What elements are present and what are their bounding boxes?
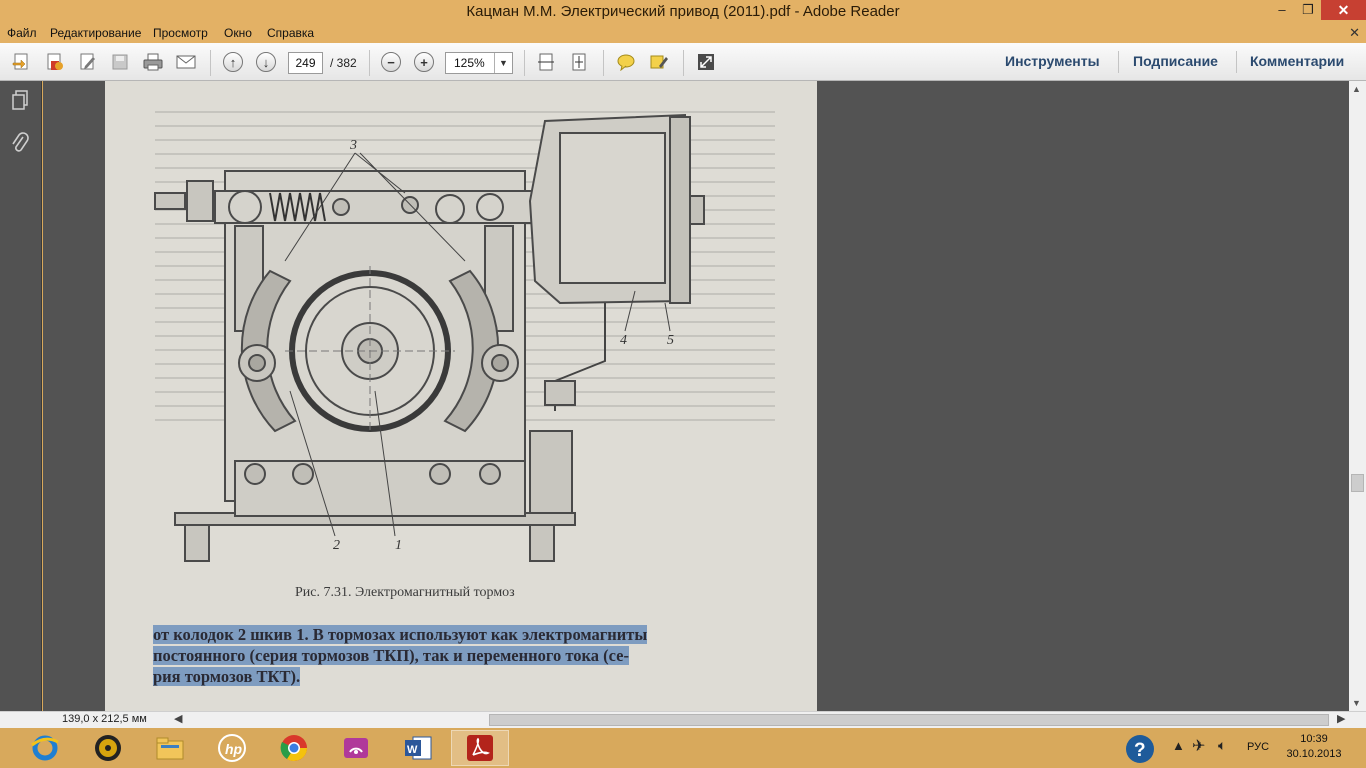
edit-pdf-icon[interactable] — [76, 51, 100, 73]
toolbar-separator — [683, 50, 684, 76]
figure-label-3: 3 — [349, 138, 357, 153]
tab-separator — [1236, 51, 1237, 73]
page-total: / 382 — [330, 56, 357, 70]
scroll-right-icon[interactable]: ▶ — [1337, 712, 1345, 725]
status-bar: 139,0 x 212,5 мм ◀ ▶ — [0, 711, 1366, 728]
toolbar-separator — [210, 50, 211, 76]
page-number-input[interactable]: 249 — [288, 52, 323, 74]
text-line: рия тормозов ТКТ). — [153, 667, 301, 686]
figure-caption: Рис. 7.31. Электромагнитный тормоз — [295, 585, 515, 600]
figure-label-1: 1 — [395, 538, 402, 553]
menu-file[interactable]: Файл — [7, 26, 37, 40]
minimize-button[interactable]: – — [1269, 0, 1295, 20]
close-document-icon[interactable]: ✕ — [1349, 25, 1360, 41]
close-button[interactable]: ✕ — [1321, 0, 1366, 20]
connect-icon[interactable] — [327, 730, 385, 766]
menu-edit[interactable]: Редактирование — [50, 26, 141, 40]
svg-text:hp: hp — [225, 741, 243, 757]
tab-comments[interactable]: Комментарии — [1250, 53, 1344, 69]
vertical-scrollbar[interactable]: ▲ ▼ — [1349, 81, 1366, 711]
media-player-icon[interactable] — [79, 730, 137, 766]
scroll-up-icon[interactable]: ▲ — [1352, 84, 1361, 94]
menu-window[interactable]: Окно — [224, 26, 252, 40]
taskbar: hp W ? ▲ ✈ 🔈︎ РУС 10:39 30.10.2013 — [0, 728, 1366, 768]
clock[interactable]: 10:39 30.10.2013 — [1286, 732, 1342, 762]
attachments-icon[interactable] — [8, 131, 32, 155]
previous-page-icon[interactable]: ↑ — [221, 51, 245, 73]
word-icon[interactable]: W — [389, 730, 447, 766]
adobe-reader-icon[interactable] — [451, 730, 509, 766]
menu-bar: Файл Редактирование Просмотр Окно Справк… — [0, 24, 1366, 43]
internet-explorer-icon[interactable] — [16, 730, 74, 766]
scroll-down-icon[interactable]: ▼ — [1352, 698, 1361, 708]
figure-label-4: 4 — [620, 333, 627, 348]
chrome-icon[interactable] — [265, 730, 323, 766]
figure-label-5: 5 — [667, 333, 674, 348]
input-language[interactable]: РУС — [1247, 741, 1269, 753]
zoom-value: 125% — [454, 56, 485, 70]
open-file-icon[interactable] — [43, 51, 67, 73]
create-pdf-icon[interactable] — [10, 51, 34, 73]
file-explorer-icon[interactable] — [141, 730, 199, 766]
fit-width-icon[interactable] — [534, 51, 558, 73]
selected-text[interactable]: от колодок 2 шкив 1. В тормозах использу… — [153, 624, 713, 687]
chevron-down-icon[interactable]: ▼ — [494, 53, 512, 73]
navigation-panel — [0, 81, 42, 711]
save-icon[interactable] — [108, 51, 132, 73]
window-title: Кацман М.М. Электрический привод (2011).… — [466, 3, 900, 20]
text-line: от колодок 2 шкив 1. В тормозах использу… — [153, 625, 648, 644]
email-icon[interactable] — [174, 51, 198, 73]
print-icon[interactable] — [141, 51, 165, 73]
toolbar: ↑ ↓ 249 / 382 − + 125% ▼ Инструменты Под… — [0, 43, 1366, 81]
next-page-icon[interactable]: ↓ — [254, 51, 278, 73]
page-thumbnails-icon[interactable] — [8, 89, 32, 113]
zoom-out-icon[interactable]: − — [379, 51, 403, 73]
tab-separator — [1118, 51, 1119, 73]
highlight-icon[interactable] — [647, 51, 671, 73]
toolbar-separator — [369, 50, 370, 76]
menu-view[interactable]: Просмотр — [153, 26, 208, 40]
toolbar-separator — [524, 50, 525, 76]
help-icon[interactable]: ? — [1124, 733, 1156, 768]
scroll-left-icon[interactable]: ◀ — [174, 712, 182, 725]
full-screen-icon[interactable] — [694, 51, 718, 73]
toolbar-separator — [603, 50, 604, 76]
comment-icon[interactable] — [614, 51, 638, 73]
volume-icon[interactable]: 🔈︎ — [1218, 737, 1226, 754]
document-view[interactable]: 3 4 5 2 1 Рис. 7.31. Электромагнитный то… — [43, 81, 1349, 711]
text-line: постоянного (серия тормозов ТКП), так и … — [153, 646, 629, 665]
hp-icon[interactable]: hp — [203, 730, 261, 766]
tab-tools[interactable]: Инструменты — [1005, 53, 1100, 69]
svg-text:W: W — [407, 744, 418, 756]
horizontal-scroll-thumb[interactable] — [489, 714, 1329, 726]
show-hidden-icons-icon[interactable]: ▲ — [1172, 738, 1185, 753]
brake-figure: 3 4 5 2 1 — [154, 113, 705, 562]
menu-help[interactable]: Справка — [267, 26, 314, 40]
airplane-mode-icon[interactable]: ✈ — [1192, 736, 1205, 756]
vertical-scroll-thumb[interactable] — [1351, 474, 1364, 492]
zoom-select[interactable]: 125% ▼ — [445, 52, 513, 74]
zoom-in-icon[interactable]: + — [412, 51, 436, 73]
maximize-button[interactable]: ❐ — [1295, 0, 1321, 20]
page-size: 139,0 x 212,5 мм — [62, 713, 147, 725]
pdf-page: 3 4 5 2 1 Рис. 7.31. Электромагнитный то… — [105, 81, 817, 711]
tab-sign[interactable]: Подписание — [1133, 53, 1218, 69]
clock-time: 10:39 — [1300, 733, 1328, 745]
figure-label-2: 2 — [333, 538, 340, 553]
svg-text:?: ? — [1134, 740, 1146, 761]
title-bar: Кацман М.М. Электрический привод (2011).… — [0, 0, 1366, 24]
clock-date: 30.10.2013 — [1286, 748, 1342, 760]
fit-page-icon[interactable] — [567, 51, 591, 73]
